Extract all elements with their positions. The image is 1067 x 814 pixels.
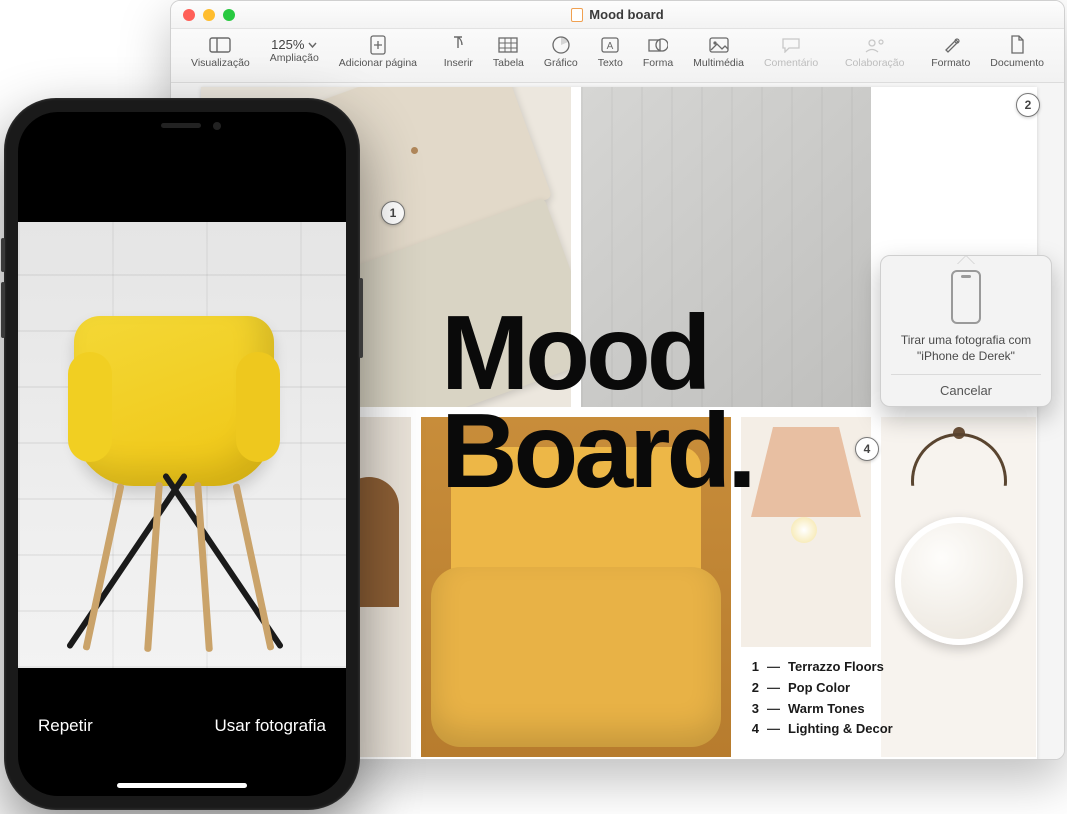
camera-controls: Repetir Usar fotografia <box>18 676 346 796</box>
collab-label: Colaboração <box>845 57 905 69</box>
chair-photo <box>54 286 304 646</box>
collab-button: Colaboração <box>835 35 915 69</box>
format-icon <box>940 35 962 55</box>
insert-label: Inserir <box>444 57 473 69</box>
view-icon <box>209 35 231 55</box>
svg-text:A: A <box>607 41 614 52</box>
chart-label: Gráfico <box>544 57 578 69</box>
zoom-button[interactable]: 125% Ampliação <box>260 35 329 69</box>
retake-button[interactable]: Repetir <box>38 716 93 736</box>
window-title-text: Mood board <box>589 7 663 22</box>
shape-label: Forma <box>643 57 673 69</box>
insert-button[interactable]: Inserir <box>434 35 483 69</box>
toolbar: Visualização 125% Ampliação Adicionar pá… <box>171 29 1064 83</box>
document-label: Documento <box>990 57 1044 69</box>
window-title: Mood board <box>171 7 1064 22</box>
comment-button: Comentário <box>754 35 828 69</box>
image-lamp[interactable] <box>741 417 871 647</box>
table-icon <box>497 35 519 55</box>
legend[interactable]: 1—Terrazzo Floors 2—Pop Color 3—Warm Ton… <box>745 657 893 740</box>
view-button[interactable]: Visualização <box>181 35 260 69</box>
comment-icon <box>780 35 802 55</box>
shape-icon <box>647 35 669 55</box>
legend-row: 3—Warm Tones <box>745 699 893 720</box>
headline-line1: Mood <box>441 305 753 403</box>
home-indicator[interactable] <box>117 783 247 788</box>
view-label: Visualização <box>191 57 250 69</box>
document-icon <box>571 8 583 22</box>
iphone-device: Repetir Usar fotografia <box>4 98 360 810</box>
legend-row: 1—Terrazzo Floors <box>745 657 893 678</box>
chevron-down-icon <box>308 42 317 48</box>
format-button[interactable]: Formato <box>921 35 980 69</box>
marker-2[interactable]: 2 <box>1016 93 1040 117</box>
chart-icon <box>550 35 572 55</box>
add-page-button[interactable]: Adicionar página <box>329 35 427 69</box>
media-button[interactable]: Multimédia <box>683 35 754 69</box>
headline-line2: Board. <box>441 403 753 501</box>
iphone-screen: Repetir Usar fotografia <box>18 112 346 796</box>
collab-icon <box>864 35 886 55</box>
marker-4[interactable]: 4 <box>855 437 879 461</box>
continuity-popover: Tirar uma fotografia com "iPhone de Dere… <box>880 255 1052 407</box>
marker-1[interactable]: 1 <box>381 201 405 225</box>
document-icon <box>1006 35 1028 55</box>
notch <box>97 112 267 140</box>
text-button[interactable]: A Texto <box>588 35 633 69</box>
camera-viewfinder[interactable] <box>18 222 346 668</box>
phone-icon <box>951 270 981 324</box>
volume-down-button[interactable] <box>1 282 5 338</box>
use-photo-button[interactable]: Usar fotografia <box>215 716 327 736</box>
legend-row: 2—Pop Color <box>745 678 893 699</box>
add-page-label: Adicionar página <box>339 57 417 69</box>
zoom-value: 125% <box>271 37 304 52</box>
shape-button[interactable]: Forma <box>633 35 683 69</box>
format-label: Formato <box>931 57 970 69</box>
headline[interactable]: Mood Board. <box>441 305 753 500</box>
text-label: Texto <box>598 57 623 69</box>
add-page-icon <box>367 35 389 55</box>
document-button[interactable]: Documento <box>980 35 1054 69</box>
media-label: Multimédia <box>693 57 744 69</box>
table-label: Tabela <box>493 57 524 69</box>
text-icon: A <box>599 35 621 55</box>
cancel-button[interactable]: Cancelar <box>891 374 1041 398</box>
insert-icon <box>447 35 469 55</box>
side-button[interactable] <box>359 278 363 358</box>
titlebar[interactable]: Mood board <box>171 1 1064 29</box>
zoom-label: Ampliação <box>270 52 319 64</box>
image-mirror[interactable] <box>881 417 1036 757</box>
popover-text: Tirar uma fotografia com "iPhone de Dere… <box>891 332 1041 364</box>
media-icon <box>708 35 730 55</box>
volume-up-button[interactable] <box>1 238 5 272</box>
legend-row: 4—Lighting & Decor <box>745 719 893 740</box>
table-button[interactable]: Tabela <box>483 35 534 69</box>
comment-label: Comentário <box>764 57 818 69</box>
chart-button[interactable]: Gráfico <box>534 35 588 69</box>
